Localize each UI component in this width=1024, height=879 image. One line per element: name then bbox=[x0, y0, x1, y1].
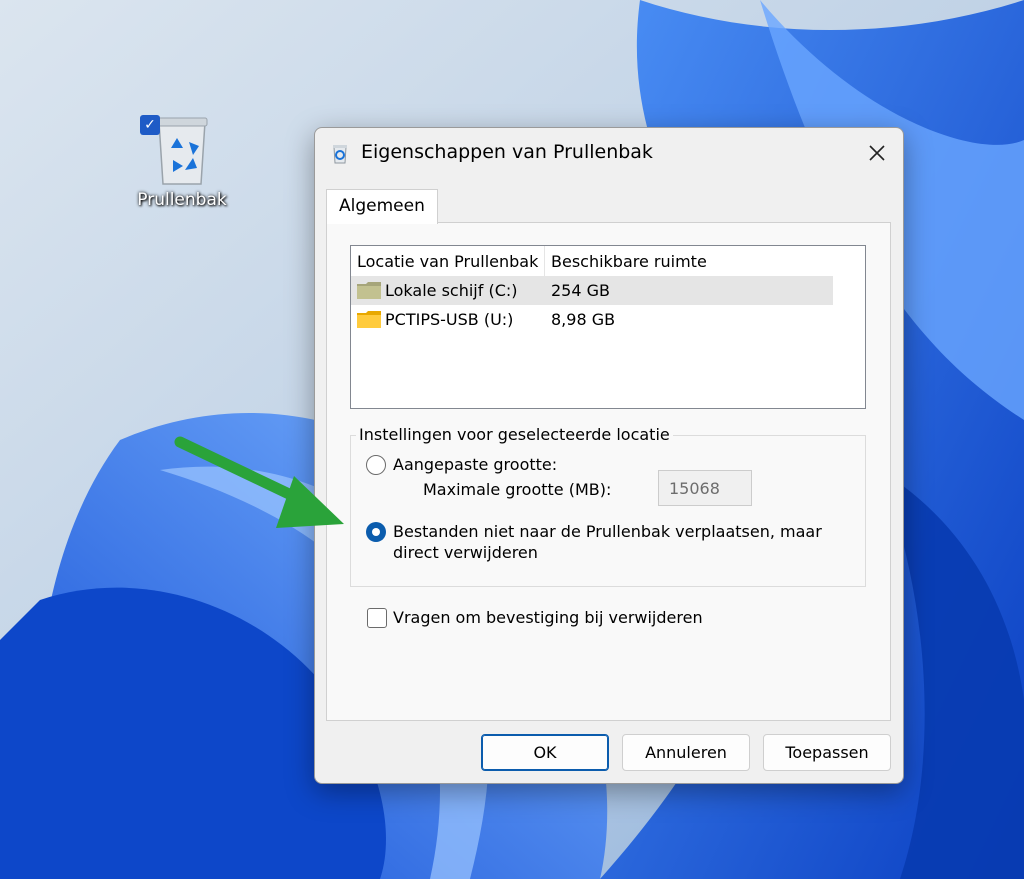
folder-icon bbox=[357, 311, 381, 328]
tab-panel: Locatie van Prullenbak Beschikbare ruimt… bbox=[326, 222, 891, 721]
list-row-usb-drive[interactable]: PCTIPS-USB (U:) 8,98 GB bbox=[351, 305, 833, 334]
delete-direct-label-line2[interactable]: direct verwijderen bbox=[393, 542, 538, 563]
max-size-input[interactable] bbox=[658, 470, 752, 506]
list-row-c-drive[interactable]: Lokale schijf (C:) 254 GB bbox=[351, 276, 833, 305]
custom-size-label[interactable]: Aangepaste grootte: bbox=[393, 454, 557, 475]
recycle-bin-label: Prullenbak bbox=[137, 190, 227, 210]
annotation-arrow-icon bbox=[174, 436, 344, 528]
apply-button[interactable]: Toepassen bbox=[763, 734, 891, 771]
recycle-bin-desktop-icon[interactable]: ✓ Prullenbak bbox=[128, 112, 236, 210]
tab-algemeen[interactable]: Algemeen bbox=[326, 189, 438, 224]
list-cell-space: 8,98 GB bbox=[551, 310, 616, 329]
confirm-delete-label[interactable]: Vragen om bevestiging bij verwijderen bbox=[393, 607, 703, 628]
close-icon bbox=[869, 145, 885, 161]
delete-direct-label-line1[interactable]: Bestanden niet naar de Prullenbak verpla… bbox=[393, 521, 822, 542]
drive-folder-icon bbox=[357, 282, 381, 299]
checkmark-icon: ✓ bbox=[140, 115, 160, 135]
list-cell-location: Lokale schijf (C:) bbox=[385, 281, 518, 300]
recycle-bin-properties-dialog: Eigenschappen van Prullenbak Algemeen Lo… bbox=[314, 127, 904, 784]
settings-groupbox: Instellingen voor geselecteerde locatie … bbox=[350, 425, 866, 587]
list-cell-location: PCTIPS-USB (U:) bbox=[385, 310, 514, 329]
list-cell-space: 254 GB bbox=[551, 281, 610, 300]
dialog-title: Eigenschappen van Prullenbak bbox=[361, 141, 653, 163]
cancel-button[interactable]: Annuleren bbox=[622, 734, 750, 771]
column-header-location[interactable]: Locatie van Prullenbak bbox=[351, 246, 545, 276]
ok-button[interactable]: OK bbox=[481, 734, 609, 771]
confirm-delete-checkbox[interactable] bbox=[367, 608, 387, 628]
column-header-space[interactable]: Beschikbare ruimte bbox=[545, 246, 833, 276]
groupbox-label: Instellingen voor geselecteerde locatie bbox=[356, 425, 673, 444]
recycle-bin-icon bbox=[333, 145, 347, 164]
title-bar[interactable]: Eigenschappen van Prullenbak bbox=[315, 128, 903, 178]
recycle-bin-locations-list[interactable]: Locatie van Prullenbak Beschikbare ruimt… bbox=[350, 245, 866, 409]
list-header: Locatie van Prullenbak Beschikbare ruimt… bbox=[351, 246, 833, 277]
max-size-label: Maximale grootte (MB): bbox=[423, 480, 612, 499]
close-button[interactable] bbox=[851, 128, 903, 178]
